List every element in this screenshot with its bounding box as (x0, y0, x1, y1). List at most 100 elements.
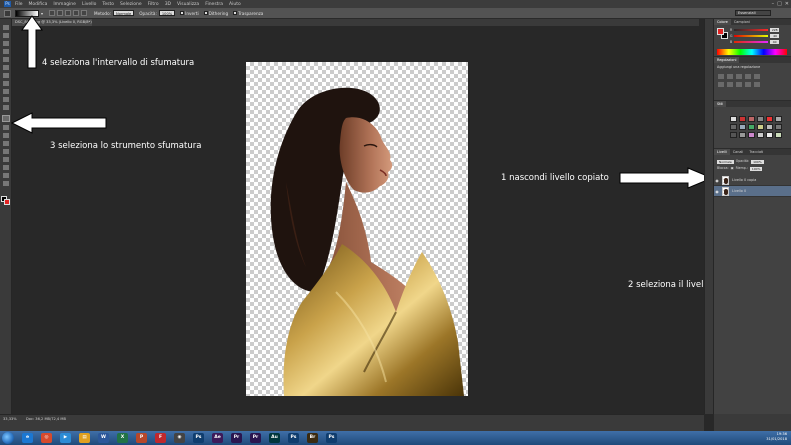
workspace-select[interactable]: Essenziali (735, 10, 771, 16)
tool-preset-icon[interactable] (4, 9, 11, 17)
mode-select[interactable]: Normale (113, 10, 135, 16)
taskbar-app-icon[interactable]: Ae (212, 433, 223, 443)
taskbar-app-icon[interactable]: Pr (231, 433, 242, 443)
eye-icon[interactable]: ◉ (714, 186, 720, 197)
taskbar-app-icon[interactable]: Au (269, 433, 280, 443)
radial-gradient-icon[interactable] (57, 10, 64, 16)
style-swatch[interactable] (766, 132, 773, 138)
maximize-button[interactable]: □ (777, 1, 782, 7)
fill-field[interactable]: 100% (749, 166, 763, 171)
style-swatch[interactable] (775, 124, 782, 130)
style-swatch[interactable] (748, 124, 755, 130)
style-swatch[interactable] (757, 124, 764, 130)
taskbar-app-icon[interactable]: Pr (250, 433, 261, 443)
taskbar-app-icon[interactable]: Ps (288, 433, 299, 443)
style-swatch[interactable] (775, 116, 782, 122)
taskbar-app-icon[interactable]: ▶ (60, 433, 71, 443)
black-white-icon[interactable] (736, 82, 742, 87)
style-swatch[interactable] (775, 132, 782, 138)
clone-stamp-tool-icon[interactable] (3, 89, 9, 94)
brush-tool-icon[interactable] (3, 81, 9, 86)
style-swatch[interactable] (766, 124, 773, 130)
menu-livello[interactable]: Livello (82, 2, 96, 7)
eyedropper-tool-icon[interactable] (3, 65, 9, 70)
panel-foreground-swatch[interactable] (717, 28, 724, 35)
taskbar-app-icon[interactable]: Ps (326, 433, 337, 443)
taskbar-app-icon[interactable]: X (117, 433, 128, 443)
document-canvas[interactable] (246, 62, 468, 396)
taskbar-app-icon[interactable]: ◉ (174, 433, 185, 443)
style-swatch[interactable] (748, 116, 755, 122)
style-swatch[interactable] (730, 116, 737, 122)
taskbar-app-icon[interactable]: Br (307, 433, 318, 443)
hue-saturation-icon[interactable] (718, 82, 724, 87)
zoom-tool-icon[interactable] (3, 181, 9, 186)
crop-tool-icon[interactable] (3, 57, 9, 62)
curves-icon[interactable] (736, 74, 742, 79)
levels-icon[interactable] (727, 74, 733, 79)
menu-testo[interactable]: Testo (102, 2, 114, 7)
opacity-field[interactable]: 100% (158, 10, 176, 16)
start-button[interactable] (2, 432, 14, 444)
style-swatch[interactable] (766, 116, 773, 122)
menu-visualizza[interactable]: Visualizza (177, 2, 199, 7)
eraser-tool-icon[interactable] (3, 105, 9, 110)
minimize-button[interactable]: – (772, 1, 775, 7)
zoom-level[interactable]: 33,33% (3, 417, 17, 421)
layer-opacity-field[interactable]: 100% (751, 159, 764, 164)
taskbar-app-icon[interactable]: e (22, 433, 33, 443)
type-tool-icon[interactable] (3, 149, 9, 154)
history-brush-tool-icon[interactable] (3, 97, 9, 102)
style-swatch[interactable] (748, 132, 755, 138)
dodge-tool-icon[interactable] (3, 133, 9, 138)
red-slider[interactable]: R 228 (730, 28, 780, 32)
shape-tool-icon[interactable] (3, 165, 9, 170)
move-tool-icon[interactable] (3, 25, 9, 30)
style-swatch[interactable] (739, 116, 746, 122)
taskbar-app-icon[interactable]: ▤ (79, 433, 90, 443)
layer-row-copy[interactable]: ◉ Livello 0 copia (714, 175, 791, 186)
layer-row-original[interactable]: ◉ Livello 0 (714, 186, 791, 197)
quick-selection-tool-icon[interactable] (3, 49, 9, 54)
channel-mixer-icon[interactable] (754, 82, 760, 87)
blue-slider[interactable]: B 40 (730, 40, 780, 44)
menu-modifica[interactable]: Modifica (29, 2, 48, 7)
taskbar-app-icon[interactable]: ◎ (41, 433, 52, 443)
diamond-gradient-icon[interactable] (81, 10, 88, 16)
lock-icon[interactable]: ▣ (731, 166, 734, 171)
style-swatch[interactable] (739, 132, 746, 138)
brightness-icon[interactable] (718, 74, 724, 79)
blur-tool-icon[interactable] (3, 125, 9, 130)
menu-filtro[interactable]: Filtro (148, 2, 159, 7)
pen-tool-icon[interactable] (3, 141, 9, 146)
marquee-tool-icon[interactable] (3, 33, 9, 38)
blue-value[interactable]: 40 (770, 40, 780, 44)
style-swatch[interactable] (757, 116, 764, 122)
taskbar-app-icon[interactable]: Ps (193, 433, 204, 443)
style-swatch[interactable] (730, 124, 737, 130)
green-slider[interactable]: G 40 (730, 34, 780, 38)
menu-immagine[interactable]: Immagine (53, 2, 76, 7)
taskbar-app-icon[interactable]: P (136, 433, 147, 443)
transparency-checkbox[interactable] (233, 11, 238, 15)
vibrance-icon[interactable] (754, 74, 760, 79)
menu-file[interactable]: File (15, 2, 23, 7)
lasso-tool-icon[interactable] (3, 41, 9, 46)
linear-gradient-icon[interactable] (49, 10, 56, 16)
clock-date[interactable]: 31/01/2018 (766, 437, 787, 442)
photo-filter-icon[interactable] (745, 82, 751, 87)
taskbar-app-icon[interactable]: F (155, 433, 166, 443)
reflected-gradient-icon[interactable] (73, 10, 80, 16)
style-swatch[interactable] (730, 132, 737, 138)
angle-gradient-icon[interactable] (65, 10, 72, 16)
blend-mode-select[interactable]: Normale (717, 159, 734, 164)
reverse-checkbox[interactable] (180, 11, 185, 15)
dither-checkbox[interactable] (203, 11, 208, 15)
menu-selezione[interactable]: Selezione (120, 2, 142, 7)
path-selection-tool-icon[interactable] (3, 157, 9, 162)
green-value[interactable]: 40 (770, 34, 780, 38)
taskbar-app-icon[interactable]: W (98, 433, 109, 443)
menu-aiuto[interactable]: Aiuto (229, 2, 241, 7)
close-button[interactable]: ✕ (785, 1, 789, 7)
red-value[interactable]: 228 (770, 28, 780, 32)
